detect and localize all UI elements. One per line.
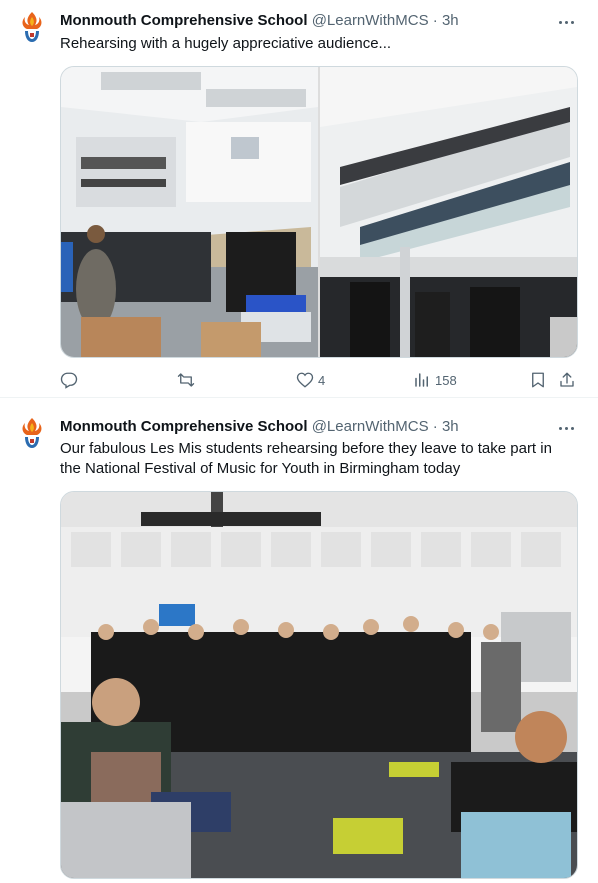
tweet-1[interactable]: Monmouth Comprehensive School @LearnWith… (0, 0, 598, 398)
photo-balcony-audience[interactable] (320, 67, 577, 357)
views-icon (415, 373, 428, 387)
separator-dot: · (432, 12, 438, 29)
tweet-header: Monmouth Comprehensive School @LearnWith… (60, 417, 459, 437)
tweet-actions: 4 158 (60, 369, 580, 391)
reply-icon[interactable] (60, 369, 78, 391)
photo-atrium-wide[interactable] (61, 67, 318, 357)
more-icon[interactable] (556, 12, 576, 32)
like-count: 4 (318, 372, 326, 388)
tweet-text: Our fabulous Les Mis students rehearsing… (60, 440, 552, 477)
author-handle[interactable]: @LearnWithMCS (312, 418, 429, 435)
separator-dot: · (432, 418, 438, 435)
tweet-header: Monmouth Comprehensive School @LearnWith… (60, 11, 459, 31)
share-icon[interactable] (558, 369, 576, 391)
school-logo-icon[interactable] (18, 416, 46, 452)
author-name[interactable]: Monmouth Comprehensive School (60, 12, 308, 29)
tweet-2[interactable]: Monmouth Comprehensive School @LearnWith… (0, 398, 598, 883)
timestamp[interactable]: 3h (442, 418, 459, 435)
retweet-icon[interactable] (177, 369, 195, 391)
author-name[interactable]: Monmouth Comprehensive School (60, 418, 308, 435)
views-button[interactable]: 158 (413, 369, 457, 391)
tweet-media[interactable] (60, 66, 578, 358)
timestamp[interactable]: 3h (442, 12, 459, 29)
school-logo-icon[interactable] (18, 10, 46, 46)
tweet-media[interactable] (60, 491, 578, 879)
bookmark-icon[interactable] (529, 369, 547, 391)
views-count: 158 (435, 372, 457, 388)
photo-students-rehearsal[interactable] (61, 492, 577, 878)
like-button[interactable]: 4 (296, 369, 325, 391)
tweet-text: Rehearsing with a hugely appreciative au… (60, 35, 392, 52)
like-icon (296, 372, 314, 388)
author-handle[interactable]: @LearnWithMCS (312, 12, 429, 29)
more-icon[interactable] (556, 418, 576, 438)
